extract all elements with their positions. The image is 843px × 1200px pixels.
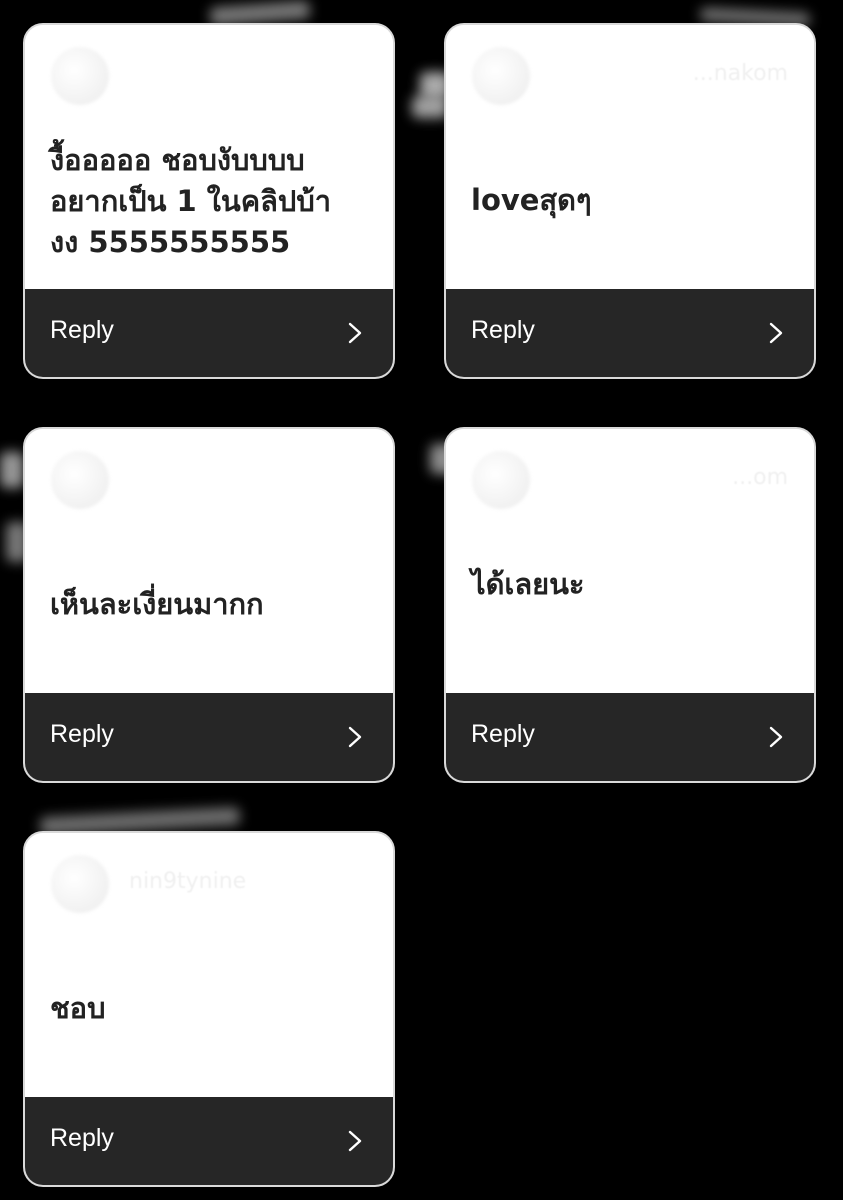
reply-label: Reply [50, 1124, 114, 1152]
user-avatar[interactable] [51, 855, 109, 913]
comment-text: loveสุดๆ [471, 183, 592, 217]
background-smudge [412, 96, 448, 118]
card-body: งื้อออออ ชอบงับบบบ อยากเป็น 1 ในคลิปบ้า … [25, 25, 393, 293]
background-smudge [0, 452, 24, 488]
user-avatar[interactable] [472, 451, 530, 509]
reply-button[interactable]: Reply [25, 289, 393, 377]
user-avatar[interactable] [472, 47, 530, 105]
card-body: nin9tynine ชอบ [25, 833, 393, 1101]
card-body: ...om ได้เลยนะ [446, 429, 814, 697]
user-avatar[interactable] [51, 47, 109, 105]
chevron-right-icon [348, 1130, 362, 1152]
reply-button[interactable]: Reply [25, 1097, 393, 1185]
reply-card: งื้อออออ ชอบงับบบบ อยากเป็น 1 ในคลิปบ้า … [23, 23, 395, 379]
reply-label: Reply [50, 720, 114, 748]
username[interactable]: ...om [732, 465, 788, 490]
comment-text: ชอบ [50, 991, 106, 1025]
card-body: เห็นละเงี่ยนมากก [25, 429, 393, 697]
story-replies-screen: งื้อออออ ชอบงับบบบ อยากเป็น 1 ในคลิปบ้า … [0, 0, 843, 1200]
chevron-right-icon [348, 726, 362, 748]
background-smudge [209, 0, 311, 26]
comment-text: ได้เลยนะ [471, 567, 585, 601]
chevron-right-icon [348, 322, 362, 344]
reply-button[interactable]: Reply [25, 693, 393, 781]
username[interactable]: nin9tynine [129, 869, 246, 894]
reply-card: ...om ได้เลยนะ Reply [444, 427, 816, 783]
comment-text: งื้อออออ ชอบงับบบบ อยากเป็น 1 ในคลิปบ้า … [50, 143, 332, 259]
chevron-right-icon [769, 726, 783, 748]
reply-button[interactable]: Reply [446, 289, 814, 377]
username[interactable]: ...nakom [693, 61, 788, 86]
reply-card: เห็นละเงี่ยนมากก Reply [23, 427, 395, 783]
reply-card: nin9tynine ชอบ Reply [23, 831, 395, 1187]
reply-card: ...nakom loveสุดๆ Reply [444, 23, 816, 379]
chevron-right-icon [769, 322, 783, 344]
reply-button[interactable]: Reply [446, 693, 814, 781]
reply-label: Reply [50, 316, 114, 344]
reply-label: Reply [471, 316, 535, 344]
reply-label: Reply [471, 720, 535, 748]
card-body: ...nakom loveสุดๆ [446, 25, 814, 293]
user-avatar[interactable] [51, 451, 109, 509]
comment-text: เห็นละเงี่ยนมากก [50, 587, 264, 621]
